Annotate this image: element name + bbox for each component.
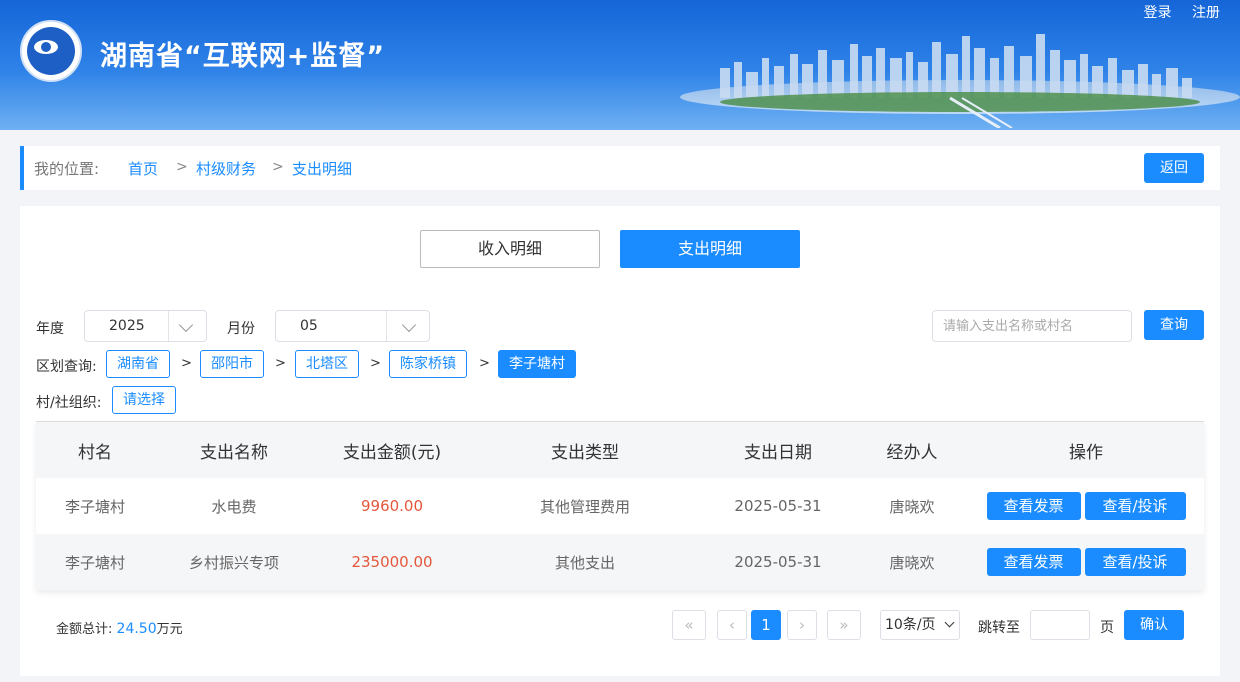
cell-type: 其他支出 <box>554 553 615 572</box>
jump-label: 跳转至 <box>978 620 1020 636</box>
region-chip-town[interactable]: 陈家桥镇 <box>389 350 467 378</box>
breadcrumb: 我的位置: 首页 > 村级财务 > 支出明细 返回 <box>20 146 1220 190</box>
select-divider <box>386 311 387 341</box>
year-label: 年度 <box>36 321 64 337</box>
tab-expense-detail[interactable]: 支出明细 <box>620 230 800 268</box>
select-divider <box>168 311 169 341</box>
chevron-down-icon <box>178 317 194 333</box>
cell-date: 2025-05-31 <box>734 553 822 571</box>
region-separator: > <box>275 356 286 371</box>
region-chip-province[interactable]: 湖南省 <box>106 350 170 378</box>
org-select-button[interactable]: 请选择 <box>112 386 176 414</box>
breadcrumb-separator: > <box>272 159 284 175</box>
chevron-down-icon <box>401 317 417 333</box>
cell-handler: 唐晓欢 <box>889 553 935 572</box>
view-invoice-button[interactable]: 查看发票 <box>986 492 1081 520</box>
col-actions: 操作 <box>1069 442 1103 463</box>
chevron-down-icon <box>944 617 955 628</box>
breadcrumb-expense-detail[interactable]: 支出明细 <box>292 158 352 179</box>
table-row: 李子塘村 水电费 9960.00 其他管理费用 2025-05-31 唐晓欢 查… <box>36 478 1204 534</box>
prev-page-button[interactable]: ‹ <box>717 610 747 640</box>
col-handler: 经办人 <box>886 442 938 463</box>
cell-actions: 查看发票 查看/投诉 <box>968 478 1204 534</box>
breadcrumb-home[interactable]: 首页 <box>128 158 158 179</box>
site-header: 湖南省“互联网+监督” 登录 注册 <box>0 0 1240 130</box>
cell-type: 其他管理费用 <box>539 497 630 516</box>
month-select[interactable]: 05 <box>275 310 430 342</box>
table-header: 村名 支出名称 支出金额(元) 支出类型 支出日期 经办人 操作 <box>36 422 1204 478</box>
breadcrumb-label: 我的位置: <box>34 160 100 178</box>
cell-expense-name: 乡村振兴专项 <box>188 553 279 572</box>
col-amount: 支出金额(元) <box>342 442 442 463</box>
eye-pupil-icon <box>41 42 51 52</box>
col-village: 村名 <box>78 442 112 463</box>
view-complain-button[interactable]: 查看/投诉 <box>1084 492 1186 520</box>
amount-total: 金额总计: 24.50万元 <box>56 618 183 637</box>
next-page-button[interactable]: › <box>787 610 817 640</box>
top-links: 登录 注册 <box>1128 2 1220 22</box>
login-link[interactable]: 登录 <box>1144 5 1172 21</box>
main-panel: 收入明细 支出明细 年度 2025 月份 05 查询 区划查询: 湖南省 > 邵… <box>20 206 1220 676</box>
cell-expense-name: 水电费 <box>211 497 257 516</box>
total-value: 24.50 <box>116 621 157 637</box>
year-value: 2025 <box>109 318 145 334</box>
page-size-value: 10条/页 <box>885 617 936 633</box>
month-label: 月份 <box>227 321 255 337</box>
tab-income-detail[interactable]: 收入明细 <box>420 230 600 268</box>
cell-amount: 9960.00 <box>360 497 424 515</box>
first-page-button[interactable]: « <box>672 610 706 640</box>
site-title: 湖南省“互联网+监督” <box>100 41 386 72</box>
site-logo <box>20 20 82 82</box>
confirm-jump-button[interactable]: 确认 <box>1124 610 1184 640</box>
breadcrumb-village-finance[interactable]: 村级财务 <box>196 158 256 179</box>
search-input[interactable] <box>932 310 1132 342</box>
region-chip-village[interactable]: 李子塘村 <box>498 350 576 378</box>
region-chip-city[interactable]: 邵阳市 <box>200 350 264 378</box>
cell-date: 2025-05-31 <box>734 497 822 515</box>
page-size-select[interactable]: 10条/页 <box>880 610 960 640</box>
view-invoice-button[interactable]: 查看发票 <box>986 548 1081 576</box>
register-link[interactable]: 注册 <box>1192 5 1220 21</box>
total-unit: 万元 <box>156 622 183 637</box>
breadcrumb-separator: > <box>176 159 188 175</box>
cell-village: 李子塘村 <box>64 497 125 516</box>
col-date: 支出日期 <box>744 442 812 463</box>
year-select[interactable]: 2025 <box>84 310 207 342</box>
col-expense-name: 支出名称 <box>200 442 268 463</box>
region-separator: > <box>181 356 192 371</box>
expense-table: 村名 支出名称 支出金额(元) 支出类型 支出日期 经办人 操作 李子塘村 水电… <box>36 421 1204 590</box>
query-button[interactable]: 查询 <box>1144 310 1204 340</box>
cell-village: 李子塘村 <box>64 553 125 572</box>
org-label: 村/社组织: <box>36 395 102 411</box>
region-chip-district[interactable]: 北塔区 <box>295 350 359 378</box>
total-label: 金额总计: <box>56 622 113 637</box>
table-row: 李子塘村 乡村振兴专项 235000.00 其他支出 2025-05-31 唐晓… <box>36 534 1204 590</box>
cell-actions: 查看发票 查看/投诉 <box>968 534 1204 590</box>
region-separator: > <box>370 356 381 371</box>
city-skyline-image <box>720 34 1200 128</box>
page-unit-label: 页 <box>1100 620 1114 636</box>
region-label: 区划查询: <box>36 359 97 375</box>
back-button[interactable]: 返回 <box>1144 153 1204 183</box>
region-separator: > <box>479 356 490 371</box>
col-type: 支出类型 <box>551 442 619 463</box>
last-page-button[interactable]: » <box>827 610 861 640</box>
view-complain-button[interactable]: 查看/投诉 <box>1084 548 1186 576</box>
cell-handler: 唐晓欢 <box>889 497 935 516</box>
month-value: 05 <box>300 318 318 334</box>
jump-page-input[interactable] <box>1030 610 1090 640</box>
page-1-button[interactable]: 1 <box>751 610 781 640</box>
cell-amount: 235000.00 <box>351 553 433 571</box>
